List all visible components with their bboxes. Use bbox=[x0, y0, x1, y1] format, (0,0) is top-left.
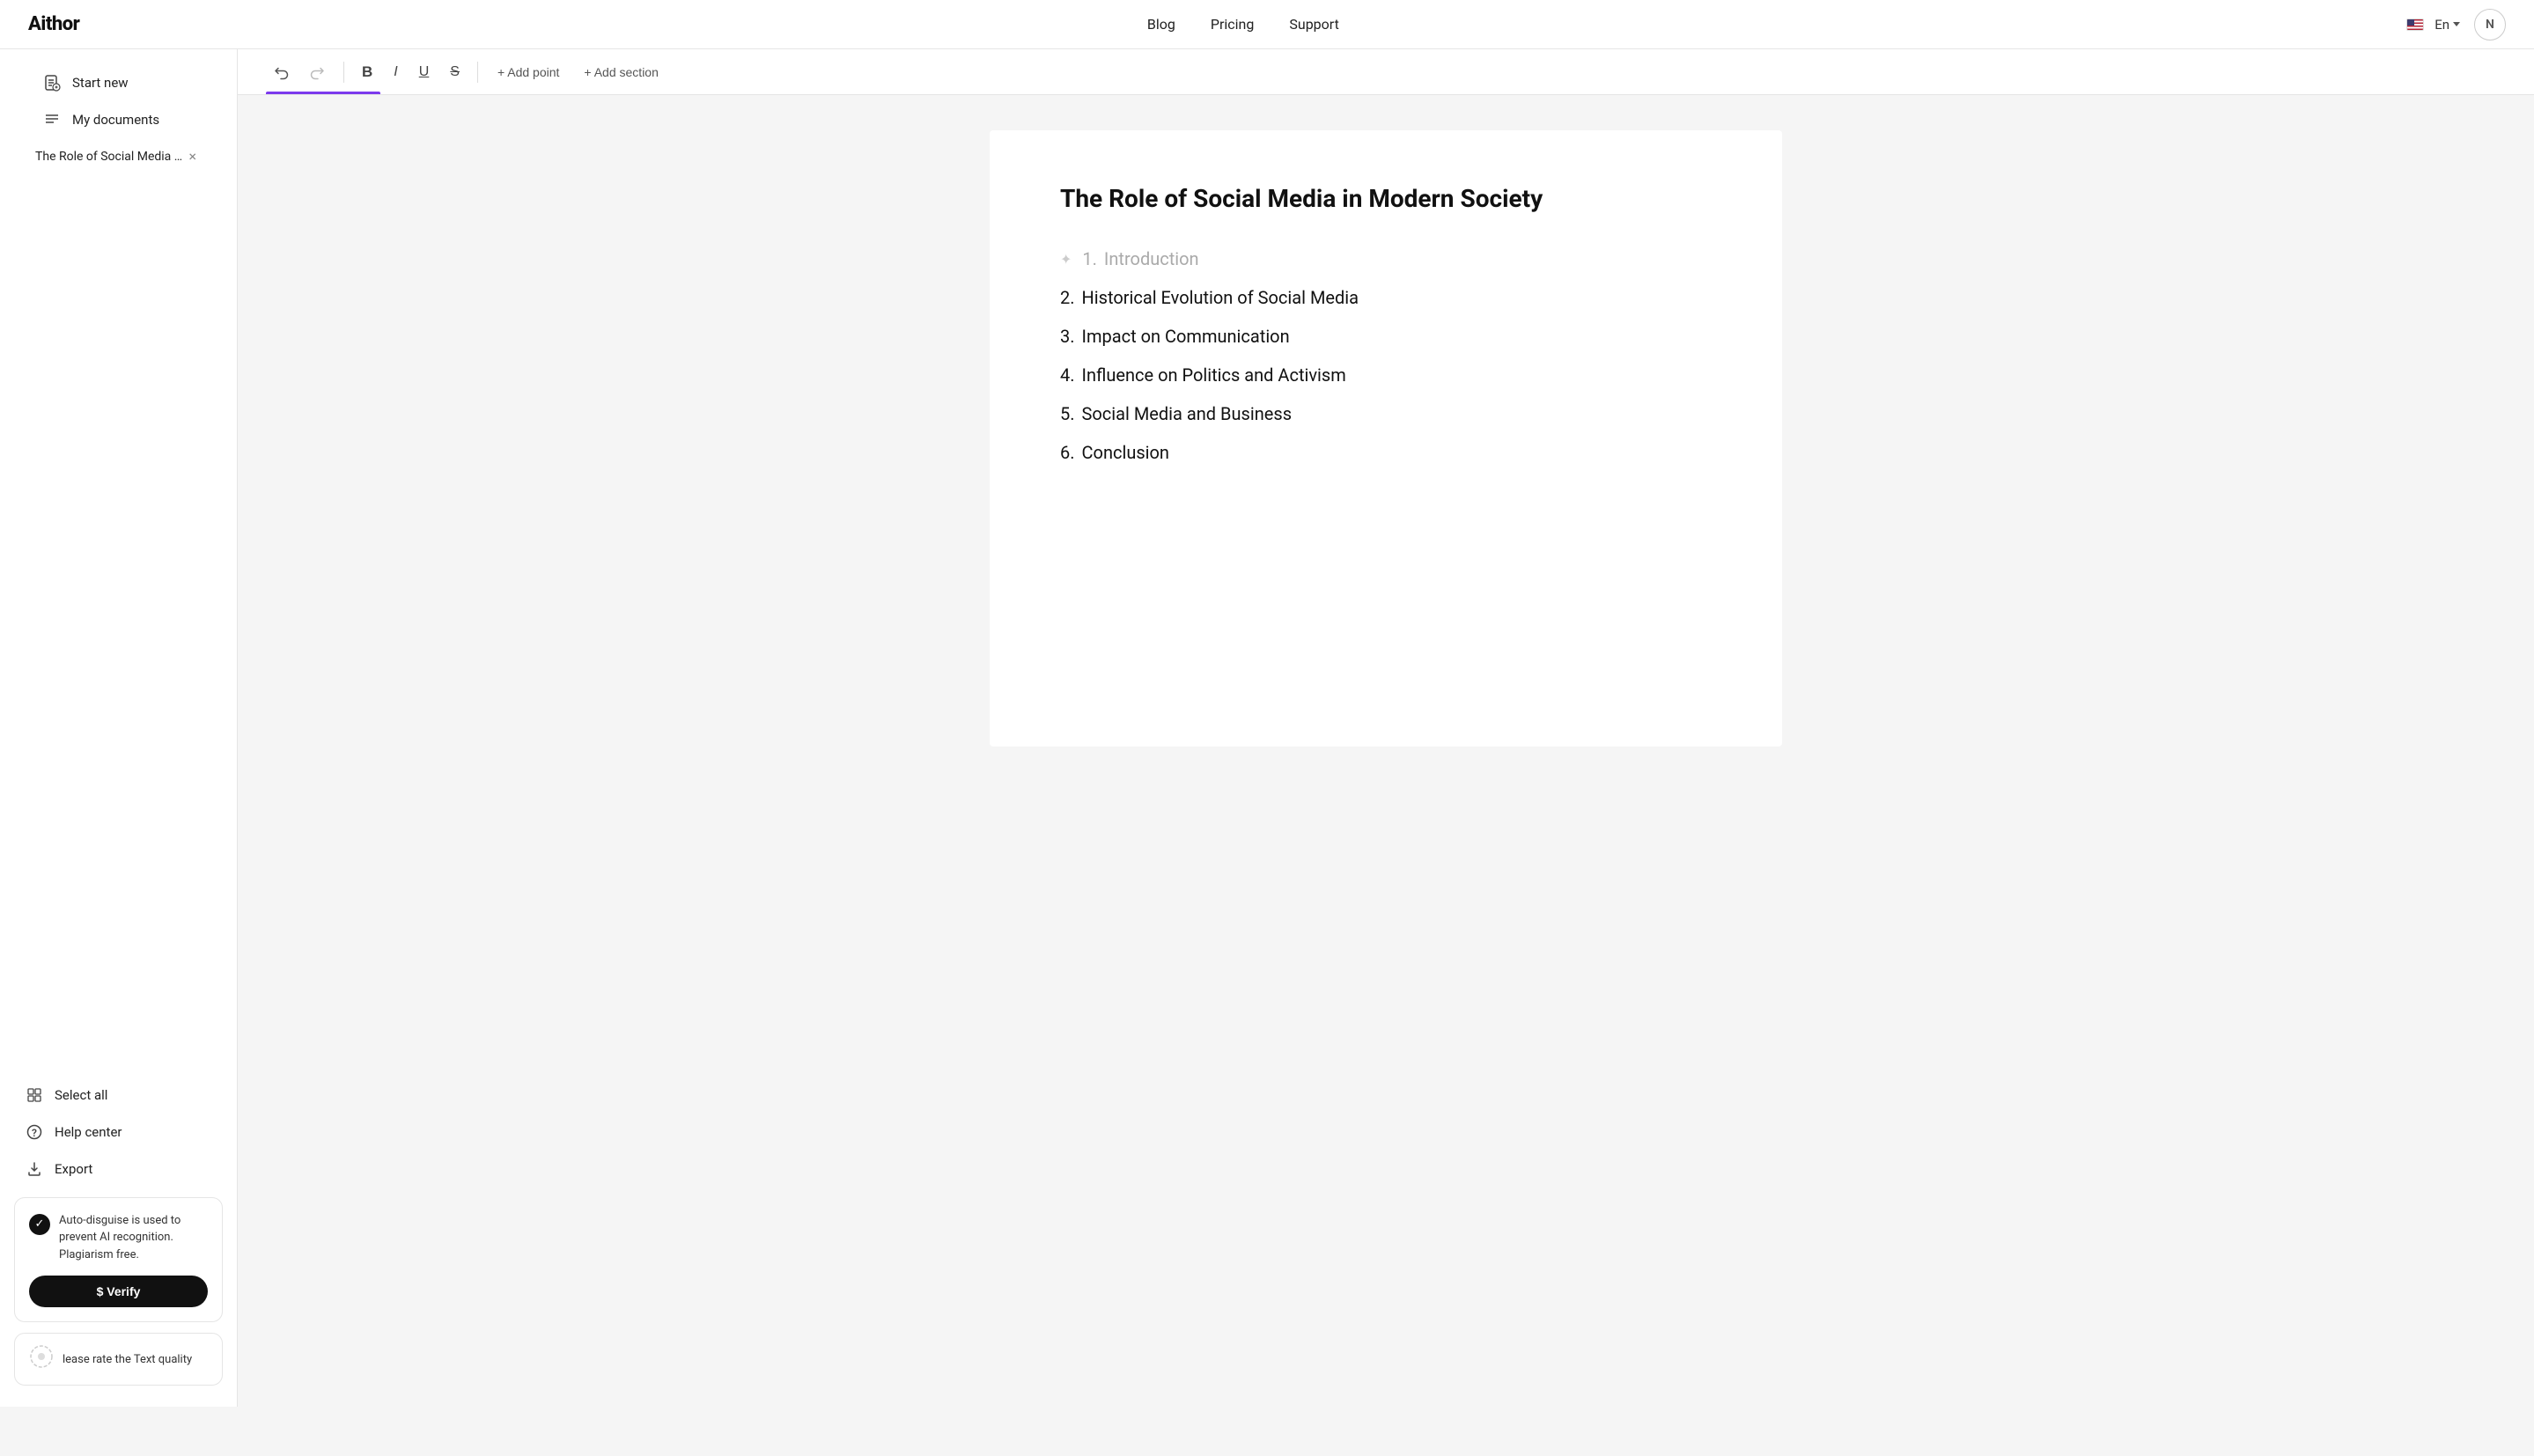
sidebar-spacer bbox=[0, 173, 237, 1069]
section-item-6[interactable]: 6. Conclusion bbox=[1060, 433, 1712, 472]
start-new-label: Start new bbox=[72, 75, 129, 91]
toolbar-divider-1 bbox=[343, 62, 344, 83]
rating-card: lease rate the Text quality bbox=[14, 1333, 223, 1386]
help-icon: ? bbox=[25, 1123, 44, 1141]
section-item-2[interactable]: 2. Historical Evolution of Social Media bbox=[1060, 278, 1712, 317]
sidebar-top: Start new My documents The Role of Socia… bbox=[0, 63, 237, 173]
select-all-button[interactable]: Select all bbox=[7, 1077, 230, 1113]
italic-button[interactable]: I bbox=[387, 59, 404, 85]
section-number-5: 5. bbox=[1060, 403, 1075, 424]
bold-button[interactable]: B bbox=[355, 58, 379, 86]
section-number-3: 3. bbox=[1060, 326, 1075, 347]
export-label: Export bbox=[55, 1161, 92, 1177]
start-new-icon bbox=[42, 74, 62, 92]
chevron-down-icon bbox=[2453, 22, 2460, 26]
document-title: The Role of Social Media in Modern Socie… bbox=[1060, 183, 1712, 215]
redo-button[interactable] bbox=[303, 59, 333, 85]
lang-label: En bbox=[2435, 17, 2449, 33]
open-document-title: The Role of Social Media i... bbox=[35, 150, 183, 164]
section-item-3[interactable]: 3. Impact on Communication bbox=[1060, 317, 1712, 356]
select-all-label: Select all bbox=[55, 1087, 107, 1103]
rating-icon bbox=[29, 1344, 54, 1374]
my-documents-icon bbox=[42, 111, 62, 129]
section-list: ✦ 1. Introduction 2. Historical Evolutio… bbox=[1060, 239, 1712, 472]
info-card: ✓ Auto-disguise is used to prevent AI re… bbox=[14, 1197, 223, 1323]
active-tab-bar bbox=[266, 92, 380, 94]
my-documents-label: My documents bbox=[72, 112, 159, 128]
nav-pricing[interactable]: Pricing bbox=[1211, 16, 1255, 33]
main-content: B I U S + Add point + Add section The Ro… bbox=[238, 49, 2534, 1407]
rating-text: lease rate the Text quality bbox=[63, 1353, 192, 1366]
section-label-2: Historical Evolution of Social Media bbox=[1082, 287, 1359, 308]
logo[interactable]: Aithor bbox=[28, 13, 79, 35]
toolbar-divider-2 bbox=[477, 62, 478, 83]
section-item-1[interactable]: ✦ 1. Introduction bbox=[1060, 239, 1712, 278]
nav-support[interactable]: Support bbox=[1289, 16, 1338, 33]
export-icon bbox=[25, 1160, 44, 1178]
header: Aithor Blog Pricing Support En N bbox=[0, 0, 2534, 49]
nav-blog[interactable]: Blog bbox=[1147, 16, 1175, 33]
document-paper: The Role of Social Media in Modern Socie… bbox=[990, 130, 1782, 746]
underline-button[interactable]: U bbox=[412, 59, 437, 85]
sidebar-bottom: Select all ? Help center bbox=[0, 1069, 237, 1393]
document-area: The Role of Social Media in Modern Socie… bbox=[238, 95, 2534, 1407]
close-document-icon[interactable]: × bbox=[183, 146, 202, 166]
add-section-button[interactable]: + Add section bbox=[575, 60, 667, 85]
section-number-1: 1. bbox=[1082, 248, 1097, 269]
user-avatar[interactable]: N bbox=[2474, 9, 2506, 40]
svg-text:?: ? bbox=[32, 1127, 37, 1139]
app-layout: Start new My documents The Role of Socia… bbox=[0, 49, 2534, 1407]
check-icon: ✓ bbox=[29, 1214, 50, 1235]
lang-selector[interactable]: En bbox=[2406, 17, 2460, 33]
strikethrough-button[interactable]: S bbox=[443, 59, 467, 85]
main-nav: Blog Pricing Support bbox=[1147, 16, 1339, 33]
magic-sparkle-icon: ✦ bbox=[1060, 251, 1072, 268]
select-all-icon bbox=[25, 1086, 44, 1104]
info-card-header: ✓ Auto-disguise is used to prevent AI re… bbox=[29, 1212, 208, 1264]
section-number-6: 6. bbox=[1060, 442, 1075, 463]
section-item-4[interactable]: 4. Influence on Politics and Activism bbox=[1060, 356, 1712, 394]
info-card-text: Auto-disguise is used to prevent AI reco… bbox=[59, 1212, 208, 1264]
section-number-4: 4. bbox=[1060, 364, 1075, 386]
help-center-button[interactable]: ? Help center bbox=[7, 1114, 230, 1150]
my-documents-button[interactable]: My documents bbox=[25, 102, 212, 137]
section-label-6: Conclusion bbox=[1082, 442, 1169, 463]
undo-button[interactable] bbox=[266, 59, 296, 85]
export-button[interactable]: Export bbox=[7, 1151, 230, 1187]
toolbar: B I U S + Add point + Add section bbox=[238, 49, 2534, 95]
section-label-3: Impact on Communication bbox=[1082, 326, 1290, 347]
open-document-entry[interactable]: The Role of Social Media i... × bbox=[18, 139, 219, 173]
section-item-5[interactable]: 5. Social Media and Business bbox=[1060, 394, 1712, 433]
help-center-label: Help center bbox=[55, 1124, 122, 1140]
section-label-5: Social Media and Business bbox=[1082, 403, 1293, 424]
add-point-button[interactable]: + Add point bbox=[489, 60, 568, 85]
verify-button[interactable]: $ Verify bbox=[29, 1276, 208, 1307]
flag-icon bbox=[2406, 18, 2424, 31]
sidebar: Start new My documents The Role of Socia… bbox=[0, 49, 238, 1407]
section-label-1: Introduction bbox=[1104, 248, 1199, 269]
header-right: En N bbox=[2406, 9, 2506, 40]
section-label-4: Influence on Politics and Activism bbox=[1082, 364, 1346, 386]
start-new-button[interactable]: Start new bbox=[25, 65, 212, 100]
section-number-2: 2. bbox=[1060, 287, 1075, 308]
